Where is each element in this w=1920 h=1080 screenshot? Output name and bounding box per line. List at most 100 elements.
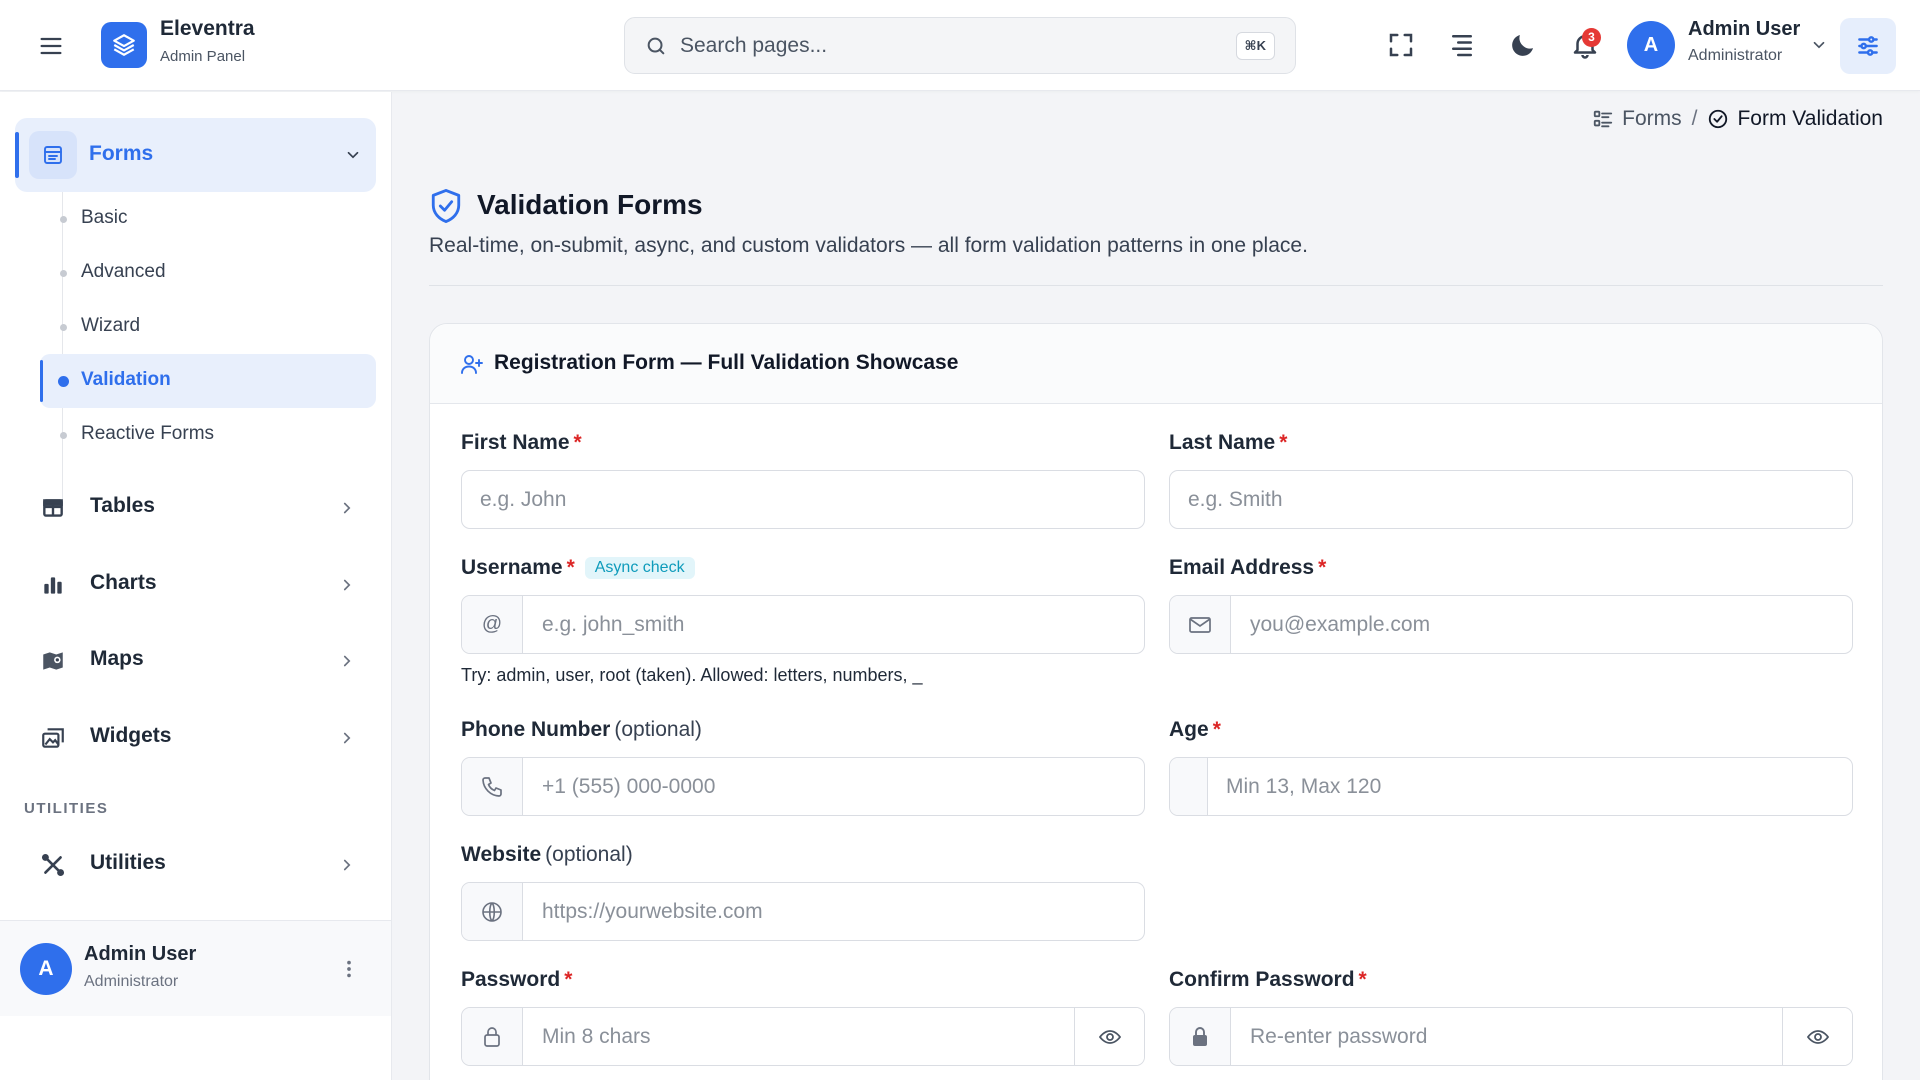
sidebar-item-maps[interactable]: Maps: [22, 633, 376, 689]
breadcrumb-separator: /: [1691, 107, 1698, 130]
brand-logo-icon[interactable]: [101, 22, 147, 68]
field-label-text: First Name: [461, 431, 570, 454]
bullet-dot: [60, 270, 67, 277]
email-input[interactable]: [1250, 596, 1840, 653]
envelope-icon: [1170, 596, 1231, 653]
breadcrumb-current-label: Form Validation: [1737, 107, 1883, 130]
breadcrumb-current: Form Validation: [1707, 107, 1883, 131]
menu-toggle-icon[interactable]: [37, 32, 65, 60]
last-name-label: Last Name *: [1169, 431, 1287, 455]
username-hint: Try: admin, user, root (taken). Allowed:…: [461, 665, 923, 685]
avatar[interactable]: A: [20, 943, 72, 995]
async-check-badge: Async check: [584, 557, 695, 579]
sidebar-item-widgets[interactable]: Widgets: [22, 710, 376, 766]
field-label-text: Email Address: [1169, 556, 1315, 579]
required-mark: *: [1212, 718, 1221, 741]
table-icon: [40, 495, 66, 521]
phone-input[interactable]: [542, 758, 1132, 815]
show-password-eye-icon[interactable]: [1074, 1008, 1144, 1065]
chevron-right-icon: [338, 499, 356, 517]
sidebar-subitem-advanced[interactable]: Advanced: [40, 246, 376, 300]
search-shortcut-badge: ⌘K: [1235, 32, 1275, 60]
bullet-dot: [60, 432, 67, 439]
chevron-right-icon: [338, 576, 356, 594]
username-wrapper: @: [461, 595, 1145, 654]
first-name-label: First Name *: [461, 431, 582, 455]
website-label: Website (optional): [461, 843, 633, 867]
sidebar-item-charts[interactable]: Charts: [22, 557, 376, 613]
website-input[interactable]: [542, 883, 1132, 940]
sidebar-item-label: Maps: [90, 647, 144, 670]
globe-icon: [462, 883, 523, 940]
email-wrapper: [1169, 595, 1853, 654]
tools-icon: [40, 852, 66, 878]
breadcrumb: Forms / Form Validation: [1592, 107, 1883, 131]
sidebar-item-label: Charts: [90, 571, 157, 594]
required-mark: *: [573, 431, 582, 454]
brand-name: Eleventra: [160, 17, 255, 40]
widgets-icon: [40, 725, 66, 751]
card-header: Registration Form — Full Validation Show…: [430, 324, 1882, 404]
field-label-text: Age: [1169, 718, 1209, 741]
sidebar-item-tables[interactable]: Tables: [22, 480, 376, 536]
sidebar-section-utilities: UTILITIES: [24, 800, 109, 817]
required-mark: *: [1279, 431, 1288, 454]
check-circle-icon: [1709, 109, 1728, 129]
sidebar-item-utilities[interactable]: Utilities: [22, 837, 376, 893]
username-input[interactable]: [542, 596, 1132, 653]
sidebar-item-forms[interactable]: Forms: [15, 118, 376, 192]
chevron-right-icon: [338, 856, 356, 874]
last-name-input[interactable]: [1188, 471, 1828, 528]
search-input[interactable]: [680, 18, 1200, 73]
bullet-dot: [60, 324, 67, 331]
registration-form-card: Registration Form — Full Validation Show…: [429, 323, 1883, 1080]
align-right-icon[interactable]: [1447, 30, 1477, 60]
phone-icon: [462, 758, 523, 815]
chevron-down-icon: [344, 146, 362, 164]
confirm-password-input[interactable]: [1250, 1008, 1770, 1065]
chevron-down-icon[interactable]: [1810, 36, 1828, 54]
sidebar-subitem-validation[interactable]: Validation: [40, 354, 376, 408]
sidebar-subitem-reactive-forms[interactable]: Reactive Forms: [40, 408, 376, 462]
customizer-settings-button[interactable]: [1840, 18, 1896, 74]
confirm-password-label: Confirm Password *: [1169, 968, 1367, 992]
show-password-eye-icon[interactable]: [1782, 1008, 1852, 1065]
phone-label: Phone Number (optional): [461, 718, 702, 742]
user-role: Administrator: [1688, 47, 1783, 64]
website-wrapper: [461, 882, 1145, 941]
search-icon: [645, 35, 667, 57]
divider: [429, 285, 1883, 286]
required-mark: *: [564, 968, 573, 991]
username-label: Username * Async check: [461, 556, 695, 580]
field-label-text: Phone Number: [461, 718, 611, 741]
first-name-input[interactable]: [480, 471, 1120, 528]
sidebar: Forms Basic Advanced Wizard Validation R…: [0, 92, 392, 1080]
optional-tag: (optional): [614, 718, 702, 741]
sidebar-subitem-wizard[interactable]: Wizard: [40, 300, 376, 354]
field-label-text: Username: [461, 556, 563, 579]
notification-count-badge: 3: [1582, 28, 1601, 47]
sidebar-item-label: Forms: [89, 142, 154, 165]
age-input[interactable]: [1226, 758, 1836, 815]
user-avatar[interactable]: A: [1627, 21, 1675, 69]
breadcrumb-forms-link[interactable]: Forms: [1592, 107, 1682, 131]
sidebar-subitem-label: Advanced: [81, 261, 166, 282]
phone-wrapper: [461, 757, 1145, 816]
fullscreen-icon[interactable]: [1386, 30, 1416, 60]
field-label-text: Website: [461, 843, 542, 866]
at-sign-icon: @: [462, 596, 523, 653]
sidebar-subitem-basic[interactable]: Basic: [40, 192, 376, 246]
field-label-text: Last Name: [1169, 431, 1276, 454]
active-indicator: [15, 132, 19, 178]
form-icon: [29, 131, 77, 179]
dark-mode-moon-icon[interactable]: [1508, 30, 1538, 60]
more-vertical-icon[interactable]: [338, 957, 360, 981]
search-bar[interactable]: ⌘K: [624, 17, 1296, 74]
password-input[interactable]: [542, 1008, 1062, 1065]
sidebar-subitem-label: Validation: [81, 369, 171, 390]
user-name[interactable]: Admin User: [1688, 18, 1800, 41]
breadcrumb-parent-label: Forms: [1622, 107, 1682, 130]
sidebar-subitem-label: Basic: [81, 207, 128, 228]
sidebar-item-label: Widgets: [90, 724, 172, 747]
required-mark: *: [566, 556, 575, 579]
